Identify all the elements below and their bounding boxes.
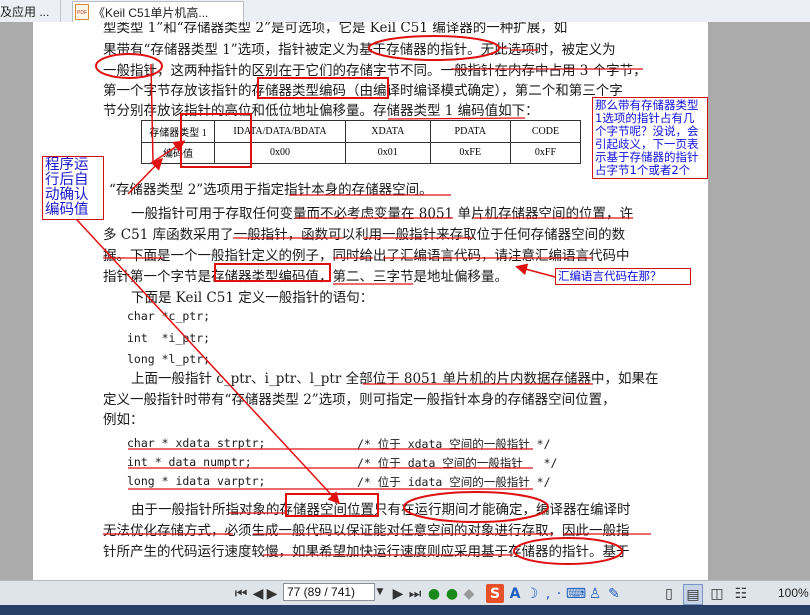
pdf-page: 型类型 1”和“存储器类型 2”是可选项，它是 Keil C51 编译器的一种扩… bbox=[33, 22, 708, 580]
annotation-arrow bbox=[127, 157, 164, 195]
two-page-view-icon[interactable]: ◫ bbox=[708, 584, 726, 603]
circle-mark bbox=[95, 53, 163, 79]
circle-mark bbox=[403, 491, 549, 523]
box-mark bbox=[214, 263, 331, 282]
tab-previous[interactable]: 及应用 ... bbox=[0, 3, 49, 20]
zoom-level[interactable]: 100% bbox=[778, 586, 809, 600]
annotation-arrow bbox=[515, 263, 560, 279]
tab-bar: 及应用 ... PDF 《Keil C51单片机高... bbox=[0, 0, 810, 23]
single-page-view-icon[interactable]: ▯ bbox=[660, 584, 678, 603]
back-icon[interactable]: ● bbox=[427, 584, 441, 603]
user-icon[interactable]: ♙ bbox=[588, 584, 602, 603]
two-page-continuous-view-icon[interactable]: ☷ bbox=[732, 584, 750, 603]
pdf-file-icon: PDF bbox=[75, 4, 89, 20]
page-dropdown-icon[interactable]: ▼ bbox=[374, 583, 386, 601]
dot-icon[interactable]: · bbox=[552, 584, 566, 603]
annotation-arrow bbox=[150, 63, 186, 164]
text-tool-icon[interactable]: A bbox=[507, 584, 523, 603]
box-mark bbox=[257, 77, 389, 99]
box-mark bbox=[285, 493, 379, 517]
annotation-arrow bbox=[64, 206, 341, 505]
first-page-icon[interactable]: ⏮ bbox=[233, 584, 249, 603]
stop-icon[interactable]: ◆ bbox=[462, 584, 476, 603]
tab-active-label: 《Keil C51单片机高... bbox=[93, 6, 209, 20]
moon-icon[interactable]: ☽ bbox=[525, 584, 539, 603]
circle-mark bbox=[368, 35, 500, 61]
taskbar bbox=[0, 605, 810, 615]
circle-mark bbox=[513, 537, 623, 565]
box-mark bbox=[180, 113, 252, 168]
sticky-note-left[interactable]: 程序运行后自动确认编码值 bbox=[42, 156, 104, 220]
next-page-right-icon[interactable]: ▶ bbox=[391, 584, 405, 603]
last-page-icon[interactable]: ⏭ bbox=[407, 584, 423, 603]
prev-page-icon[interactable]: ◀ bbox=[251, 584, 265, 603]
viewer-background-left bbox=[0, 22, 33, 580]
wrench-icon[interactable]: ✎ bbox=[605, 584, 623, 603]
bottom-toolbar: ⏮ ◀ ▶ 77 (89 / 741) ▼ ▶ ⏭ ● ● ◆ S A ☽ , … bbox=[0, 580, 810, 606]
sticky-note-right[interactable]: 那么带有存储器类型1选项的指针占有几个字节呢？没说，会引起歧义，下一页表示基于存… bbox=[592, 97, 708, 179]
sticky-note-middle[interactable]: 汇编语言代码在那？ bbox=[555, 268, 691, 285]
continuous-view-icon[interactable]: ▤ bbox=[683, 584, 703, 605]
next-page-icon[interactable]: ▶ bbox=[265, 584, 279, 603]
s-ime-icon[interactable]: S bbox=[486, 584, 504, 603]
keyboard-icon[interactable]: ⌨ bbox=[566, 584, 586, 603]
viewer-background-right bbox=[708, 22, 810, 580]
tab-active-document[interactable]: PDF 《Keil C51单片机高... bbox=[72, 1, 244, 22]
page-number-field[interactable]: 77 (89 / 741) bbox=[283, 583, 375, 601]
tab-divider bbox=[60, 0, 61, 22]
forward-icon[interactable]: ● bbox=[445, 584, 459, 603]
